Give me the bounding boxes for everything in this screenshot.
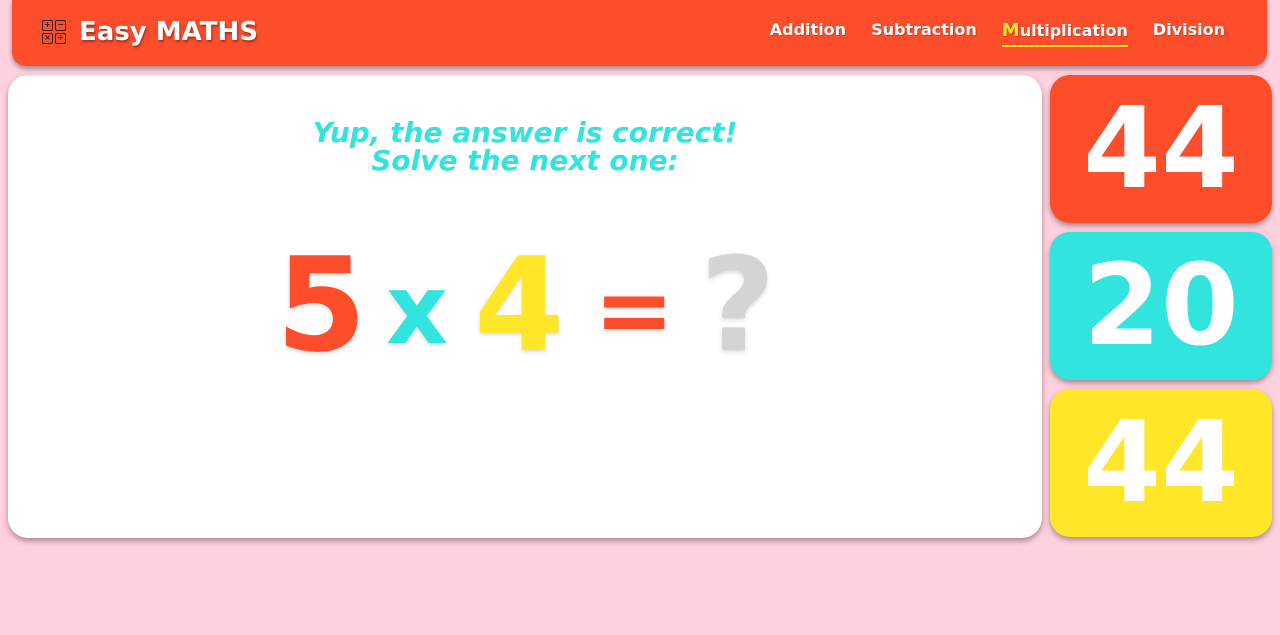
nav-division[interactable]: Division (1153, 20, 1225, 47)
top-navbar: + − × ÷ Easy MATHS Addition Subtraction … (12, 0, 1267, 66)
plus-key: + (42, 20, 53, 31)
feedback-message: Yup, the answer is correct! Solve the ne… (8, 119, 1042, 175)
nav-multiplication-rest: ultiplication (1019, 21, 1128, 40)
operand-a: 5 (276, 229, 367, 381)
answer-option-3[interactable]: 44 (1050, 389, 1272, 537)
nav-subtraction[interactable]: Subtraction (871, 20, 977, 47)
nav-links: Addition Subtraction Multiplication Divi… (770, 20, 1225, 47)
calculator-icon: + − × ÷ (42, 20, 66, 44)
operator: x (386, 254, 448, 366)
feedback-line-1: Yup, the answer is correct! (312, 116, 738, 149)
question-card: Yup, the answer is correct! Solve the ne… (8, 75, 1042, 538)
equation: 5 x 4 = ? (276, 240, 796, 370)
unknown-answer: ? (700, 229, 776, 381)
minus-key: − (55, 20, 66, 31)
divide-key: ÷ (55, 33, 66, 44)
answer-option-2[interactable]: 20 (1050, 232, 1272, 380)
equals-sign: = (594, 254, 675, 366)
answer-option-1[interactable]: 44 (1050, 75, 1272, 223)
times-key: × (42, 33, 53, 44)
nav-addition[interactable]: Addition (770, 20, 846, 47)
nav-multiplication-initial: M (1001, 20, 1020, 41)
operand-b: 4 (474, 229, 565, 381)
feedback-line-2: Solve the next one: (371, 144, 679, 177)
nav-multiplication[interactable]: Multiplication (1001, 20, 1128, 47)
brand-title: Easy MATHS (79, 17, 258, 47)
brand[interactable]: + − × ÷ Easy MATHS (42, 17, 258, 47)
